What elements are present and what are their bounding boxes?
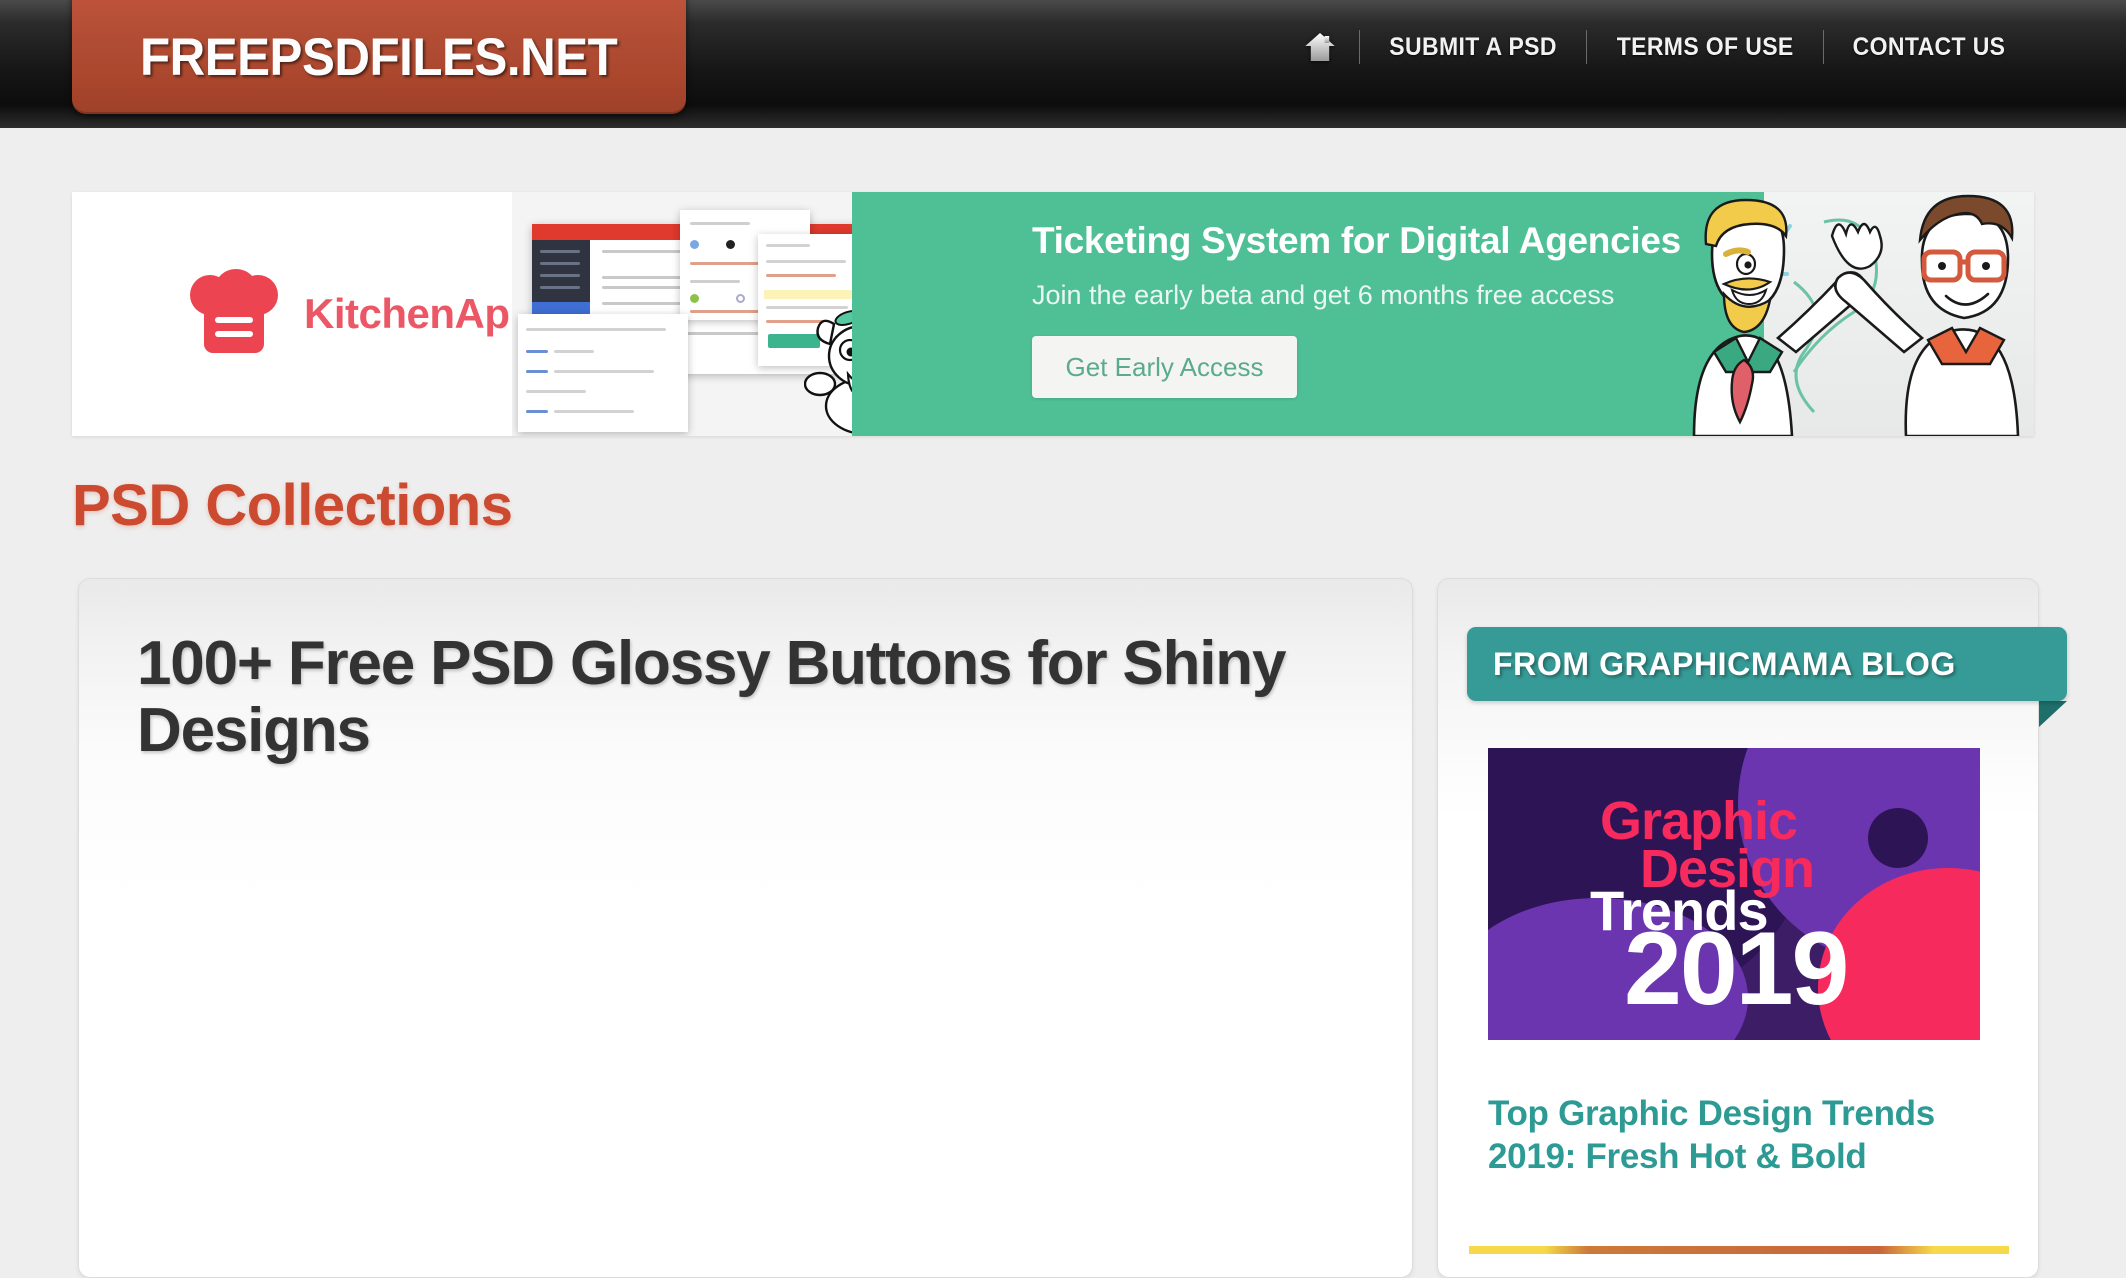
banner-content-area: Ticketing System for Digital Agencies Jo… [852,192,2034,436]
banner-characters-illustration [1674,192,2034,436]
sidebar-article-link[interactable]: Top Graphic Design Trends 2019: Fresh Ho… [1488,1092,1968,1179]
article-title[interactable]: 100+ Free PSD Glossy Buttons for Shiny D… [137,630,1327,765]
site-logo[interactable]: FREEPSDFILES.NET [72,0,686,114]
get-early-access-button[interactable]: Get Early Access [1032,336,1297,398]
banner-subheadline: Join the early beta and get 6 months fre… [1032,280,1615,310]
nav-item-terms-of-use[interactable]: TERMS OF USE [1596,33,1813,62]
nav-divider [1585,30,1587,64]
home-icon[interactable] [1284,32,1356,62]
sidebar-section-header: FROM GRAPHICMAMA BLOG [1467,627,2067,701]
site-logo-text: FREEPSDFILES.NET [140,28,618,87]
banner-brand-name: KitchenApp [304,290,535,337]
thumbnail-line-year: 2019 [1624,911,1849,1027]
sidebar-article-thumbnail[interactable]: Graphic Design Trends 2019 [1488,748,1980,1040]
banner-headline: Ticketing System for Digital Agencies [1032,220,1681,261]
nav-item-contact-us[interactable]: CONTACT US [1832,33,2025,62]
nav-item-submit-a-psd[interactable]: SUBMIT A PSD [1369,33,1577,62]
mockup-window-tasks [518,314,688,432]
nav-divider [1822,30,1824,64]
page-title: PSD Collections [72,473,513,538]
advertisement-banner[interactable]: KitchenApp Ticketing System for Digital … [72,192,2034,436]
article-card: 100+ Free PSD Glossy Buttons for Shiny D… [78,578,1413,1278]
sidebar-header-fold [2039,701,2067,727]
sidebar-bottom-accent-bar [1469,1246,2009,1254]
sidebar-section-title: FROM GRAPHICMAMA BLOG [1493,645,1956,682]
chef-hat-icon [190,269,278,355]
nav-divider [1358,30,1360,64]
site-header: FREEPSDFILES.NET SUBMIT A PSD TERMS OF U… [0,0,2126,128]
main-navigation: SUBMIT A PSD TERMS OF USE CONTACT US [1281,30,2034,64]
